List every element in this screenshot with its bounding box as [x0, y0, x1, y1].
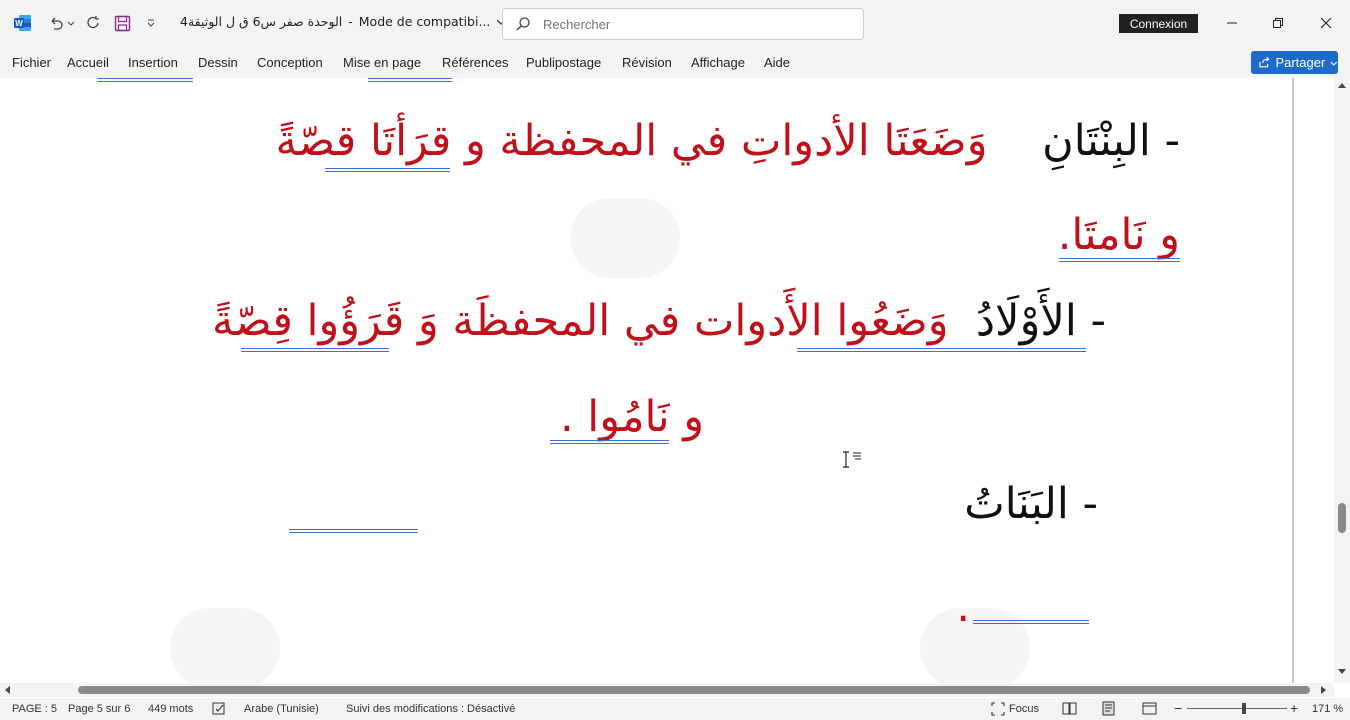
answer-blank-underline	[289, 529, 418, 533]
tab-insertion[interactable]: Insertion	[128, 55, 178, 70]
zoom-level[interactable]: 171 %	[1312, 703, 1343, 715]
faded-image	[170, 608, 280, 683]
focus-mode-label[interactable]: Focus	[1009, 703, 1039, 715]
sentence-line-4: و نَامُوا .	[559, 392, 704, 442]
minimize-button[interactable]	[1217, 11, 1247, 35]
svg-text:W: W	[15, 19, 23, 28]
restore-button[interactable]	[1263, 11, 1293, 35]
close-icon	[1320, 17, 1332, 29]
sentence-line-5: - البَنَاتُ	[964, 479, 1098, 529]
share-button[interactable]: Partager	[1251, 51, 1338, 74]
document-title[interactable]: الوحدة صفر س6 ق ل الوثيقة4 - Mode de com…	[180, 14, 506, 29]
scroll-right-icon[interactable]	[1320, 685, 1328, 695]
sentence-line-2: و نَامتَا.	[1057, 210, 1180, 260]
underline-remnant	[97, 78, 193, 82]
tab-mise-en-page[interactable]: Mise en page	[343, 55, 421, 70]
document-canvas[interactable]: - البِنْتَانِ وَضَعَتَا الأدواتِ في المح…	[0, 78, 1334, 683]
close-button[interactable]	[1311, 11, 1341, 35]
read-mode-icon[interactable]	[1062, 702, 1077, 715]
vertical-scroll-thumb[interactable]	[1338, 503, 1346, 533]
search-icon	[516, 17, 530, 31]
tab-accueil[interactable]: Accueil	[67, 55, 109, 70]
compatibility-mode: Mode de compatibi...	[358, 14, 491, 29]
faded-image	[570, 198, 680, 278]
horizontal-scrollbar[interactable]	[0, 683, 1334, 697]
scroll-down-icon[interactable]	[1337, 668, 1347, 676]
document-name: الوحدة صفر س6 ق ل الوثيقة4	[180, 14, 343, 29]
tab-fichier[interactable]: Fichier	[12, 55, 51, 70]
page-indicator[interactable]: PAGE : 5	[12, 703, 57, 715]
spell-underline	[1059, 258, 1180, 262]
scroll-left-icon[interactable]	[3, 685, 11, 695]
title-bar: W الوحدة صفر س6 ق ل الوثيقة4 - Mode de c…	[0, 0, 1350, 46]
search-box[interactable]	[502, 8, 864, 40]
language-indicator[interactable]: Arabe (Tunisie)	[244, 703, 319, 715]
zoom-in-icon[interactable]: +	[1290, 700, 1298, 716]
chevron-down-icon	[1330, 61, 1338, 66]
tab-revision[interactable]: Révision	[622, 55, 672, 70]
zoom-slider[interactable]	[1187, 708, 1287, 709]
spell-underline	[550, 440, 669, 444]
tab-affichage[interactable]: Affichage	[691, 55, 745, 70]
restore-icon	[1273, 18, 1283, 28]
spell-underline	[241, 348, 389, 352]
web-layout-icon[interactable]	[1142, 702, 1157, 715]
tab-references[interactable]: Références	[442, 55, 508, 70]
scroll-up-icon[interactable]	[1337, 81, 1347, 89]
share-label: Partager	[1275, 55, 1326, 70]
sign-in-button[interactable]: Connexion	[1119, 14, 1198, 33]
word-app-icon: W	[14, 15, 31, 31]
redo-icon[interactable]	[83, 13, 103, 33]
subject-dual-feminine: - البِنْتَانِ	[1042, 116, 1180, 166]
tab-conception[interactable]: Conception	[257, 55, 323, 70]
undo-dropdown-icon[interactable]	[66, 13, 76, 33]
minimize-icon	[1227, 22, 1237, 24]
sentence-line-3: - الأَوْلَادُ وَضَعُوا الأَدوات في المحف…	[212, 300, 1106, 343]
tab-aide[interactable]: Aide	[764, 55, 790, 70]
proofing-icon[interactable]	[212, 702, 227, 716]
vertical-scrollbar[interactable]	[1334, 78, 1350, 683]
track-changes-status[interactable]: Suivi des modifications : Désactivé	[346, 703, 515, 715]
separator: -	[348, 14, 353, 29]
horizontal-scroll-thumb[interactable]	[78, 686, 1310, 694]
answer-line-1: وَضَعَتَا الأدواتِ في المحفظة و قرَأتَا …	[275, 116, 988, 166]
spell-underline	[325, 168, 450, 172]
page-edge	[1292, 78, 1294, 683]
zoom-out-icon[interactable]: −	[1174, 700, 1182, 716]
spell-underline	[797, 348, 1086, 352]
sentence-line-6: .	[956, 582, 970, 632]
tab-publipostage[interactable]: Publipostage	[526, 55, 601, 70]
print-layout-icon[interactable]	[1101, 701, 1116, 716]
ribbon-tabs: Fichier Accueil Insertion Dessin Concept…	[0, 46, 1350, 78]
save-icon[interactable]	[112, 13, 132, 33]
answer-blank-underline	[973, 620, 1089, 624]
answer-line-3: وَضَعُوا الأَدوات في المحفظَة وَ قَرَؤُو…	[211, 296, 949, 346]
underline-remnant	[368, 78, 452, 82]
share-icon	[1259, 56, 1270, 68]
subject-plural-masculine: - الأَوْلَادُ	[975, 296, 1106, 346]
text-cursor-icon	[843, 451, 861, 468]
page-count[interactable]: Page 5 sur 6	[68, 703, 130, 715]
tab-dessin[interactable]: Dessin	[198, 55, 238, 70]
sentence-line-1: - البِنْتَانِ وَضَعَتَا الأدواتِ في المح…	[275, 120, 1180, 163]
status-bar: PAGE : 5 Page 5 sur 6 449 mots Arabe (Tu…	[0, 698, 1350, 720]
undo-icon[interactable]	[46, 13, 66, 33]
zoom-slider-thumb[interactable]	[1242, 703, 1246, 714]
search-input[interactable]	[543, 16, 843, 32]
word-count[interactable]: 449 mots	[148, 703, 193, 715]
customize-toolbar-icon[interactable]	[144, 13, 158, 33]
focus-icon[interactable]	[991, 702, 1005, 716]
